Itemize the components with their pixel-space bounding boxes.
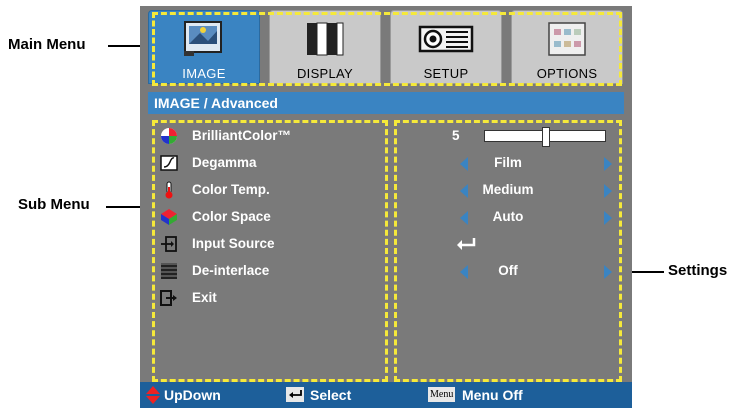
footer-menu-off: Menu Off xyxy=(462,387,523,403)
breadcrumb-bar: IMAGE / Advanced xyxy=(148,92,624,114)
osd-menu: IMAGE DISPLAY SETUP OPTIONS IMAGE / Adva… xyxy=(140,6,632,408)
settings-callout: Settings xyxy=(668,262,728,279)
menu-key-icon: Menu xyxy=(428,387,456,402)
settings-highlight xyxy=(394,120,622,382)
main-menu-callout: Main Menu xyxy=(8,36,86,53)
footer-select: Select xyxy=(310,387,352,403)
footer-updown: UpDown xyxy=(164,387,221,403)
select-key-icon xyxy=(286,387,304,402)
breadcrumb: IMAGE / Advanced xyxy=(154,95,278,111)
footer-bar: UpDown Select Menu Menu Off xyxy=(140,382,632,408)
sub-menu-callout: Sub Menu xyxy=(18,196,90,213)
main-menu-highlight xyxy=(152,12,622,86)
sub-menu-highlight xyxy=(152,120,388,382)
updown-icon xyxy=(146,386,160,404)
